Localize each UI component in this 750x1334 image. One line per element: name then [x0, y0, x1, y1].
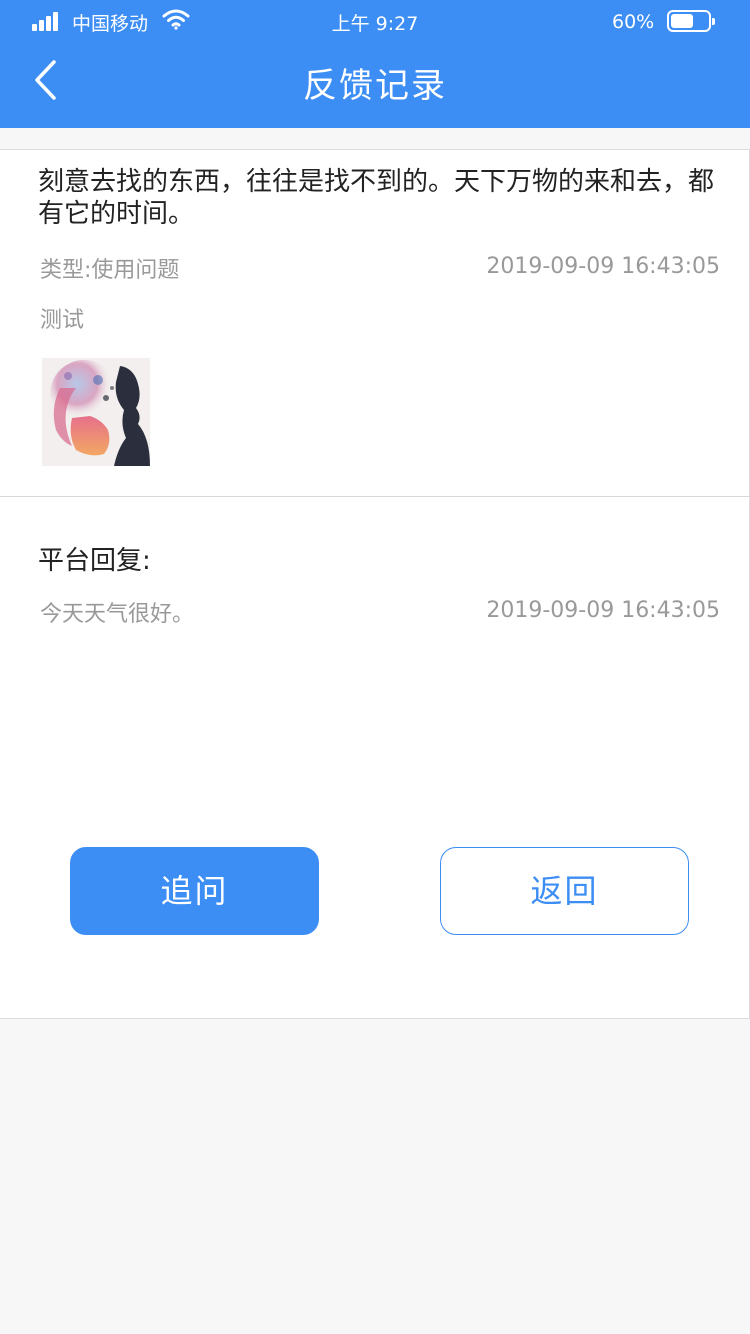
return-button[interactable]: 返回: [440, 847, 689, 935]
feedback-datetime: 2019-09-09 16:43:05: [486, 254, 720, 279]
section-divider: [0, 496, 750, 497]
feedback-type: 类型:使用问题: [40, 258, 180, 283]
platform-reply-content: 今天天气很好。: [40, 602, 195, 627]
feedback-remark: 测试: [40, 308, 85, 333]
follow-up-button[interactable]: 追问: [70, 847, 319, 935]
battery-level: [671, 14, 693, 28]
platform-reply-datetime: 2019-09-09 16:43:05: [486, 598, 720, 623]
app-header: 中国移动 上午 9:27 60% 反馈记录: [0, 0, 750, 128]
status-bar: 中国移动 上午 9:27 60%: [0, 0, 750, 42]
attached-image-thumbnail[interactable]: [42, 358, 150, 466]
double-exposure-portrait-image: [42, 358, 150, 466]
battery-percentage: 60%: [612, 11, 655, 33]
feedback-detail-panel: 刻意去找的东西，往往是找不到的。天下万物的来和去，都有它的时间。 类型:使用问题…: [0, 149, 750, 1019]
battery-icon: [667, 10, 715, 32]
feedback-content: 刻意去找的东西，往往是找不到的。天下万物的来和去，都有它的时间。: [38, 167, 715, 229]
page-title: 反馈记录: [303, 66, 447, 106]
platform-reply-label: 平台回复:: [38, 546, 151, 576]
